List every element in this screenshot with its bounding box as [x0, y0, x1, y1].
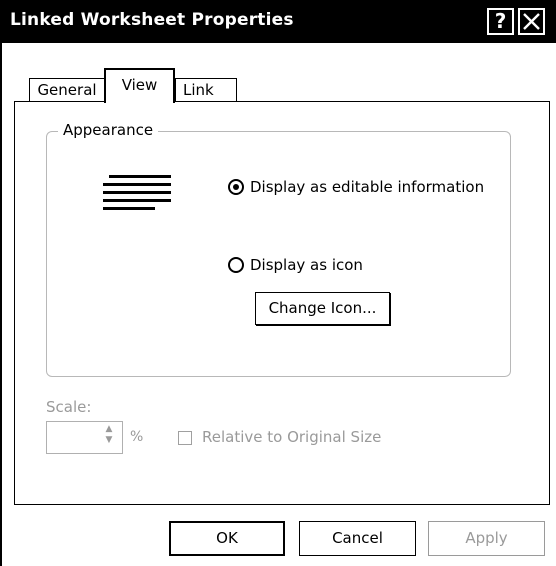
close-button[interactable] — [518, 8, 545, 35]
change-icon-button[interactable]: Change Icon... — [255, 292, 390, 325]
apply-button[interactable]: Apply — [428, 521, 545, 556]
editable-information-icon — [103, 175, 171, 210]
ok-button[interactable]: OK — [169, 521, 285, 556]
spin-up-icon[interactable]: ▲ — [106, 424, 113, 434]
relative-size-checkbox[interactable] — [178, 431, 192, 445]
tab-view[interactable]: View — [104, 68, 175, 103]
scale-spinner[interactable]: ▲ ▼ — [101, 424, 117, 446]
display-editable-radio[interactable] — [228, 179, 244, 195]
display-editable-option[interactable]: Display as editable information — [228, 178, 484, 196]
spin-down-icon[interactable]: ▼ — [106, 435, 113, 445]
appearance-group — [46, 131, 511, 377]
close-icon — [523, 13, 540, 30]
display-editable-label: Display as editable information — [250, 178, 485, 196]
title-bar: Linked Worksheet Properties ? — [0, 0, 556, 43]
window-frame — [0, 43, 2, 566]
tab-link[interactable]: Link — [175, 78, 237, 101]
display-icon-option[interactable]: Display as icon — [228, 256, 363, 274]
cancel-button[interactable]: Cancel — [299, 521, 416, 556]
percent-unit: % — [130, 429, 144, 445]
scale-label: Scale: — [46, 398, 92, 416]
tab-general[interactable]: General — [29, 78, 105, 101]
display-icon-radio[interactable] — [228, 257, 244, 273]
help-button[interactable]: ? — [487, 8, 514, 35]
display-icon-label: Display as icon — [250, 256, 363, 274]
relative-size-label: Relative to Original Size — [202, 428, 382, 446]
window-title: Linked Worksheet Properties — [10, 10, 294, 30]
appearance-group-label: Appearance — [58, 121, 159, 139]
